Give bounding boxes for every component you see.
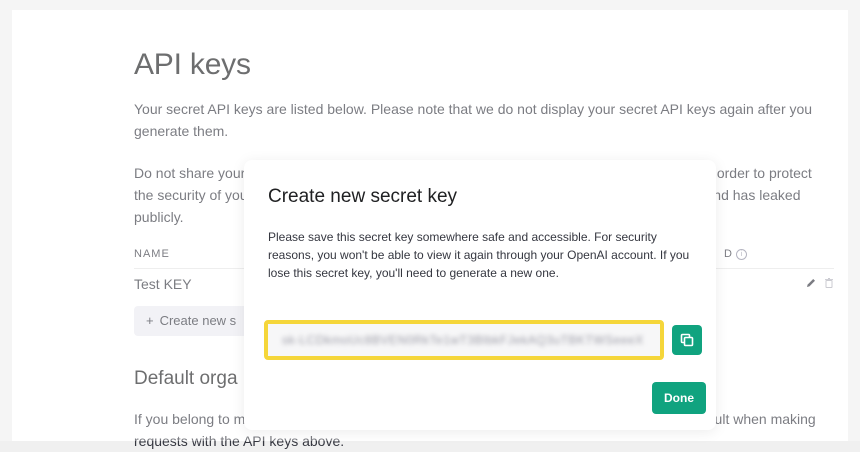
modal-body-text: Please save this secret key somewhere sa… (268, 230, 690, 280)
copy-icon (680, 333, 694, 347)
modal-title: Create new secret key (268, 186, 458, 207)
done-button[interactable]: Done (652, 382, 706, 414)
copy-key-button[interactable] (672, 325, 702, 355)
secret-key-value: sk-LCDkmoUc8BVEN0RkTe1wT3BlbkFJekAQ3uTBK… (282, 333, 644, 347)
create-secret-key-modal: Create new secret key Please save this s… (244, 160, 716, 430)
secret-key-field[interactable]: sk-LCDkmoUc8BVEN0RkTe1wT3BlbkFJekAQ3uTBK… (264, 320, 664, 360)
